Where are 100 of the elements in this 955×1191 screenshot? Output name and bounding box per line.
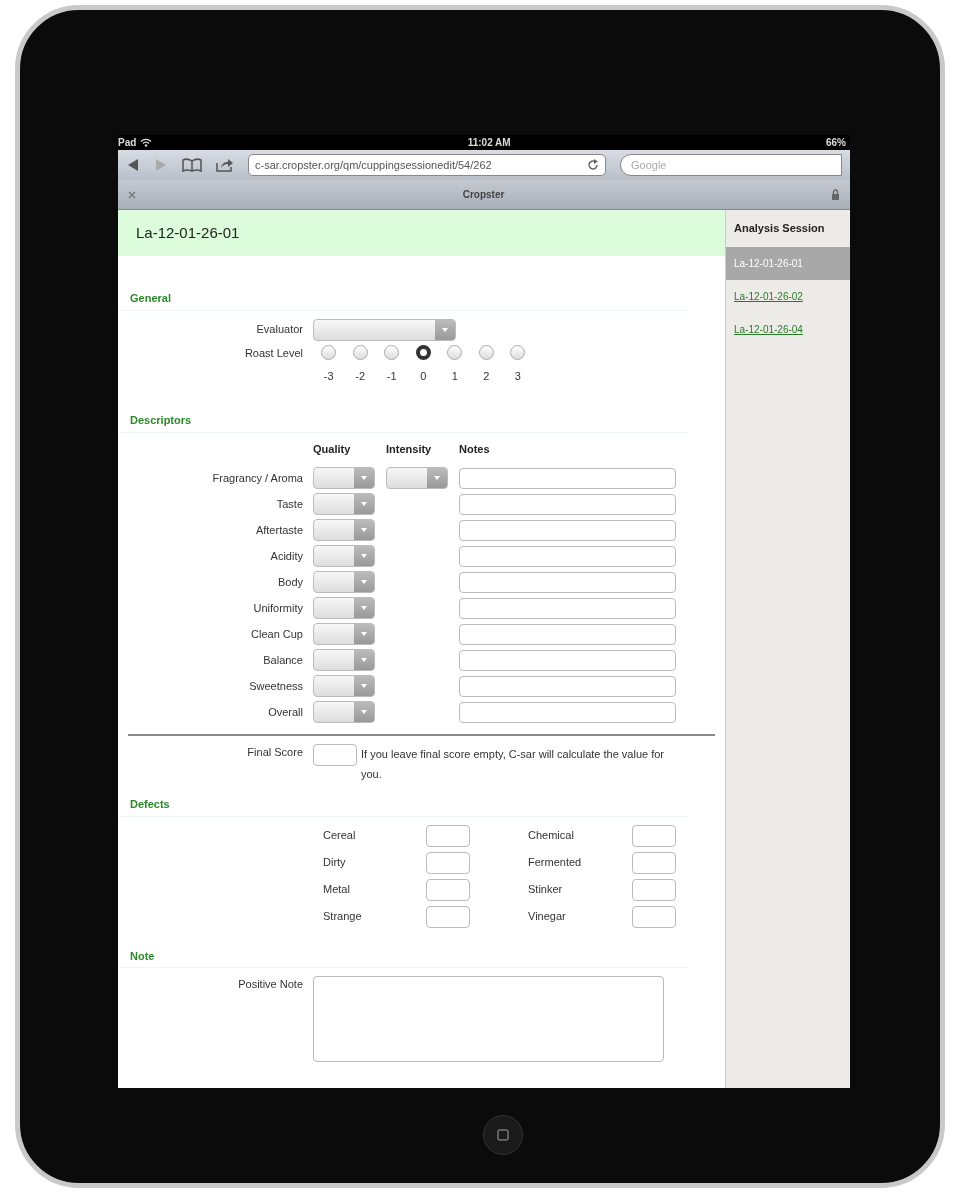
radio-label: 3 bbox=[514, 368, 521, 384]
caret-icon bbox=[361, 684, 367, 688]
defect-field[interactable] bbox=[426, 824, 470, 847]
home-button[interactable] bbox=[483, 1115, 523, 1155]
defect-field[interactable] bbox=[632, 905, 676, 928]
defect-field[interactable] bbox=[426, 905, 470, 928]
session-title: La-12-01-26-01 bbox=[118, 210, 725, 256]
radio-label: -3 bbox=[323, 368, 334, 384]
radio-button[interactable] bbox=[352, 344, 368, 360]
caret-icon bbox=[361, 528, 367, 532]
forward-icon[interactable] bbox=[154, 158, 168, 172]
notes-field[interactable] bbox=[459, 467, 676, 489]
defect-label: Metal bbox=[323, 882, 351, 898]
field-label: Final Score bbox=[246, 745, 304, 760]
radio-label: 2 bbox=[483, 368, 490, 384]
quality-dropdown[interactable] bbox=[313, 519, 375, 541]
notes-field[interactable] bbox=[459, 649, 676, 671]
battery-percent: 66% bbox=[826, 136, 846, 150]
column-header: Notes bbox=[459, 441, 491, 457]
section-heading: General bbox=[118, 290, 687, 311]
field-label: Taste bbox=[275, 496, 304, 512]
field-label: Balance bbox=[262, 652, 304, 668]
caret-icon bbox=[361, 710, 367, 714]
carrier-name: Pad bbox=[118, 136, 137, 150]
defect-label: Fermented bbox=[528, 855, 583, 871]
defect-label: Cereal bbox=[323, 828, 357, 844]
field-label: Evaluator bbox=[255, 322, 304, 338]
caret-icon bbox=[361, 554, 367, 558]
radio-button[interactable] bbox=[510, 344, 526, 360]
defect-field[interactable] bbox=[632, 824, 676, 847]
close-icon[interactable] bbox=[128, 190, 136, 199]
session-link[interactable]: La-12-01-26-04 bbox=[734, 323, 803, 335]
defect-field[interactable] bbox=[632, 878, 676, 901]
field-label: Positive Note bbox=[237, 977, 304, 992]
note-textarea[interactable] bbox=[313, 976, 664, 1062]
caret-icon bbox=[361, 606, 367, 610]
quality-dropdown[interactable] bbox=[313, 675, 375, 697]
radio-button[interactable] bbox=[478, 344, 494, 360]
radio-button[interactable] bbox=[447, 344, 463, 360]
status-time: 11:02 AM bbox=[467, 136, 511, 150]
column-header: Quality bbox=[313, 441, 352, 457]
book-icon[interactable] bbox=[182, 158, 202, 172]
radio-label: -2 bbox=[355, 368, 366, 384]
radio-label: -1 bbox=[386, 368, 397, 384]
defect-field[interactable] bbox=[426, 851, 470, 874]
notes-field[interactable] bbox=[459, 493, 676, 515]
quality-dropdown[interactable] bbox=[313, 545, 375, 567]
defect-label: Dirty bbox=[323, 855, 347, 871]
radio-button[interactable] bbox=[415, 344, 431, 360]
field-label: Body bbox=[276, 574, 304, 590]
session-link[interactable]: La-12-01-26-02 bbox=[734, 290, 803, 302]
help-text: If you leave final score empty, C-sar will calculate the value for you. bbox=[361, 747, 666, 782]
section-heading: Descriptors bbox=[118, 412, 687, 433]
tab-title: Cropster bbox=[462, 188, 505, 202]
quality-dropdown[interactable] bbox=[313, 701, 375, 723]
reload-icon[interactable] bbox=[587, 159, 599, 171]
quality-dropdown[interactable] bbox=[313, 467, 375, 489]
browser-tab[interactable]: Cropster bbox=[118, 180, 850, 210]
field-label: Aftertaste bbox=[254, 522, 304, 538]
field-label: Clean Cup bbox=[250, 626, 304, 642]
section-heading: Note bbox=[118, 947, 687, 968]
radio-label: 1 bbox=[451, 368, 458, 384]
address-field[interactable]: c-sar.cropster.org/qm/cuppingsessionedit/54/262 bbox=[248, 154, 606, 176]
caret-icon bbox=[361, 658, 367, 662]
column-header: Intensity bbox=[386, 441, 433, 457]
search-field[interactable]: Google bbox=[620, 154, 842, 176]
quality-dropdown[interactable] bbox=[313, 623, 375, 645]
back-icon[interactable] bbox=[126, 158, 140, 172]
caret-icon bbox=[442, 327, 448, 332]
field-label: Fragrancy / Aroma bbox=[211, 470, 304, 486]
field-label: Overall bbox=[267, 704, 304, 720]
notes-field[interactable] bbox=[459, 597, 676, 619]
final-score-field[interactable] bbox=[313, 744, 357, 766]
radio-label: 0 bbox=[420, 368, 427, 384]
quality-dropdown[interactable] bbox=[313, 571, 375, 593]
defect-field[interactable] bbox=[426, 878, 470, 901]
notes-field[interactable] bbox=[459, 545, 676, 567]
defect-label: Chemical bbox=[528, 828, 575, 844]
caret-icon bbox=[361, 580, 367, 584]
wifi-icon bbox=[140, 138, 153, 147]
caret-icon bbox=[361, 476, 367, 480]
notes-field[interactable] bbox=[459, 623, 676, 645]
intensity-dropdown[interactable] bbox=[386, 467, 448, 489]
notes-field[interactable] bbox=[459, 519, 676, 541]
field-label: Sweetness bbox=[248, 678, 304, 694]
caret-icon bbox=[361, 502, 367, 506]
lock-icon bbox=[831, 189, 840, 200]
quality-dropdown[interactable] bbox=[313, 493, 375, 515]
notes-field[interactable] bbox=[459, 701, 676, 723]
defect-label: Strange bbox=[323, 909, 363, 925]
defect-field[interactable] bbox=[632, 851, 676, 874]
radio-button[interactable] bbox=[321, 344, 337, 360]
notes-field[interactable] bbox=[459, 675, 676, 697]
defect-label: Stinker bbox=[528, 882, 564, 898]
quality-dropdown[interactable] bbox=[313, 597, 375, 619]
caret-icon bbox=[361, 632, 367, 636]
quality-dropdown[interactable] bbox=[313, 649, 375, 671]
share-icon[interactable] bbox=[216, 158, 234, 172]
notes-field[interactable] bbox=[459, 571, 676, 593]
radio-button[interactable] bbox=[384, 344, 400, 360]
